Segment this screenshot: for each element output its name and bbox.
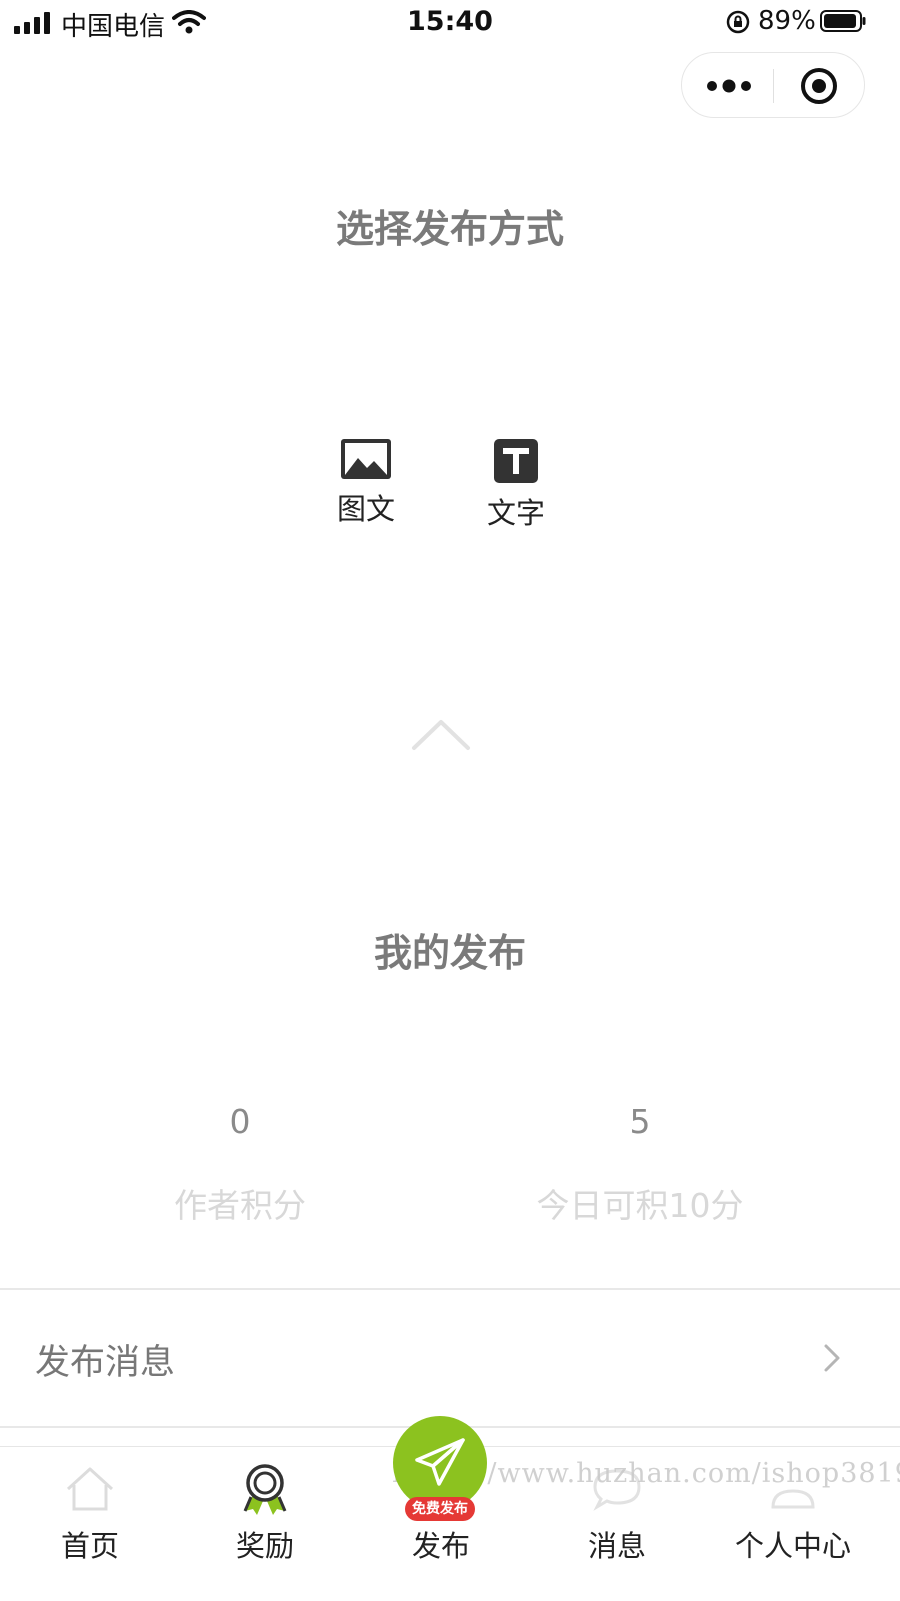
tab-home[interactable]: 首页 bbox=[0, 1447, 180, 1601]
tab-label: 个人中心 bbox=[734, 1529, 851, 1563]
home-icon bbox=[66, 1467, 114, 1511]
ellipsis-icon[interactable] bbox=[704, 71, 754, 101]
publish-message-label: 发布消息 bbox=[35, 1343, 176, 1383]
stat-caption: 作者积分 bbox=[174, 1186, 306, 1225]
author-points-stat: 0 作者积分 bbox=[90, 1102, 390, 1227]
rotation-lock-icon bbox=[726, 10, 750, 34]
capsule-divider bbox=[773, 69, 774, 103]
stat-value: 5 bbox=[629, 1102, 651, 1141]
target-icon[interactable] bbox=[800, 67, 838, 105]
paper-plane-icon bbox=[415, 1438, 465, 1486]
free-publish-badge: 免费发布 bbox=[405, 1497, 475, 1521]
tab-label: 发布 bbox=[411, 1529, 470, 1563]
battery-percent: 89% bbox=[758, 6, 816, 36]
tab-label: 消息 bbox=[587, 1529, 646, 1563]
publish-option-image-text[interactable]: 图文 bbox=[311, 438, 421, 528]
publish-fab-button[interactable] bbox=[393, 1416, 487, 1510]
option-label: 图文 bbox=[336, 492, 395, 526]
my-publish-title: 我的发布 bbox=[373, 931, 526, 975]
battery-icon bbox=[820, 10, 866, 32]
text-t-icon bbox=[494, 439, 538, 483]
miniprogram-capsule bbox=[681, 52, 865, 118]
tab-label: 首页 bbox=[60, 1529, 119, 1563]
tab-rewards[interactable]: 奖励 bbox=[175, 1447, 355, 1601]
status-bar: 中国电信 15:40 89% bbox=[0, 0, 900, 46]
image-icon bbox=[341, 439, 391, 479]
stat-value: 0 bbox=[229, 1102, 251, 1141]
publish-method-title: 选择发布方式 bbox=[335, 207, 564, 251]
publish-message-row[interactable]: 发布消息 bbox=[0, 1290, 900, 1426]
chevron-right-icon bbox=[824, 1344, 840, 1372]
tab-label: 奖励 bbox=[235, 1529, 294, 1563]
chevron-up-icon[interactable] bbox=[410, 716, 472, 752]
medal-icon bbox=[243, 1464, 287, 1515]
today-points-stat: 5 今日可积10分 bbox=[490, 1102, 790, 1227]
publish-option-text[interactable]: 文字 bbox=[461, 438, 571, 532]
stat-caption: 今日可积10分 bbox=[536, 1186, 744, 1225]
option-label: 文字 bbox=[486, 496, 545, 530]
